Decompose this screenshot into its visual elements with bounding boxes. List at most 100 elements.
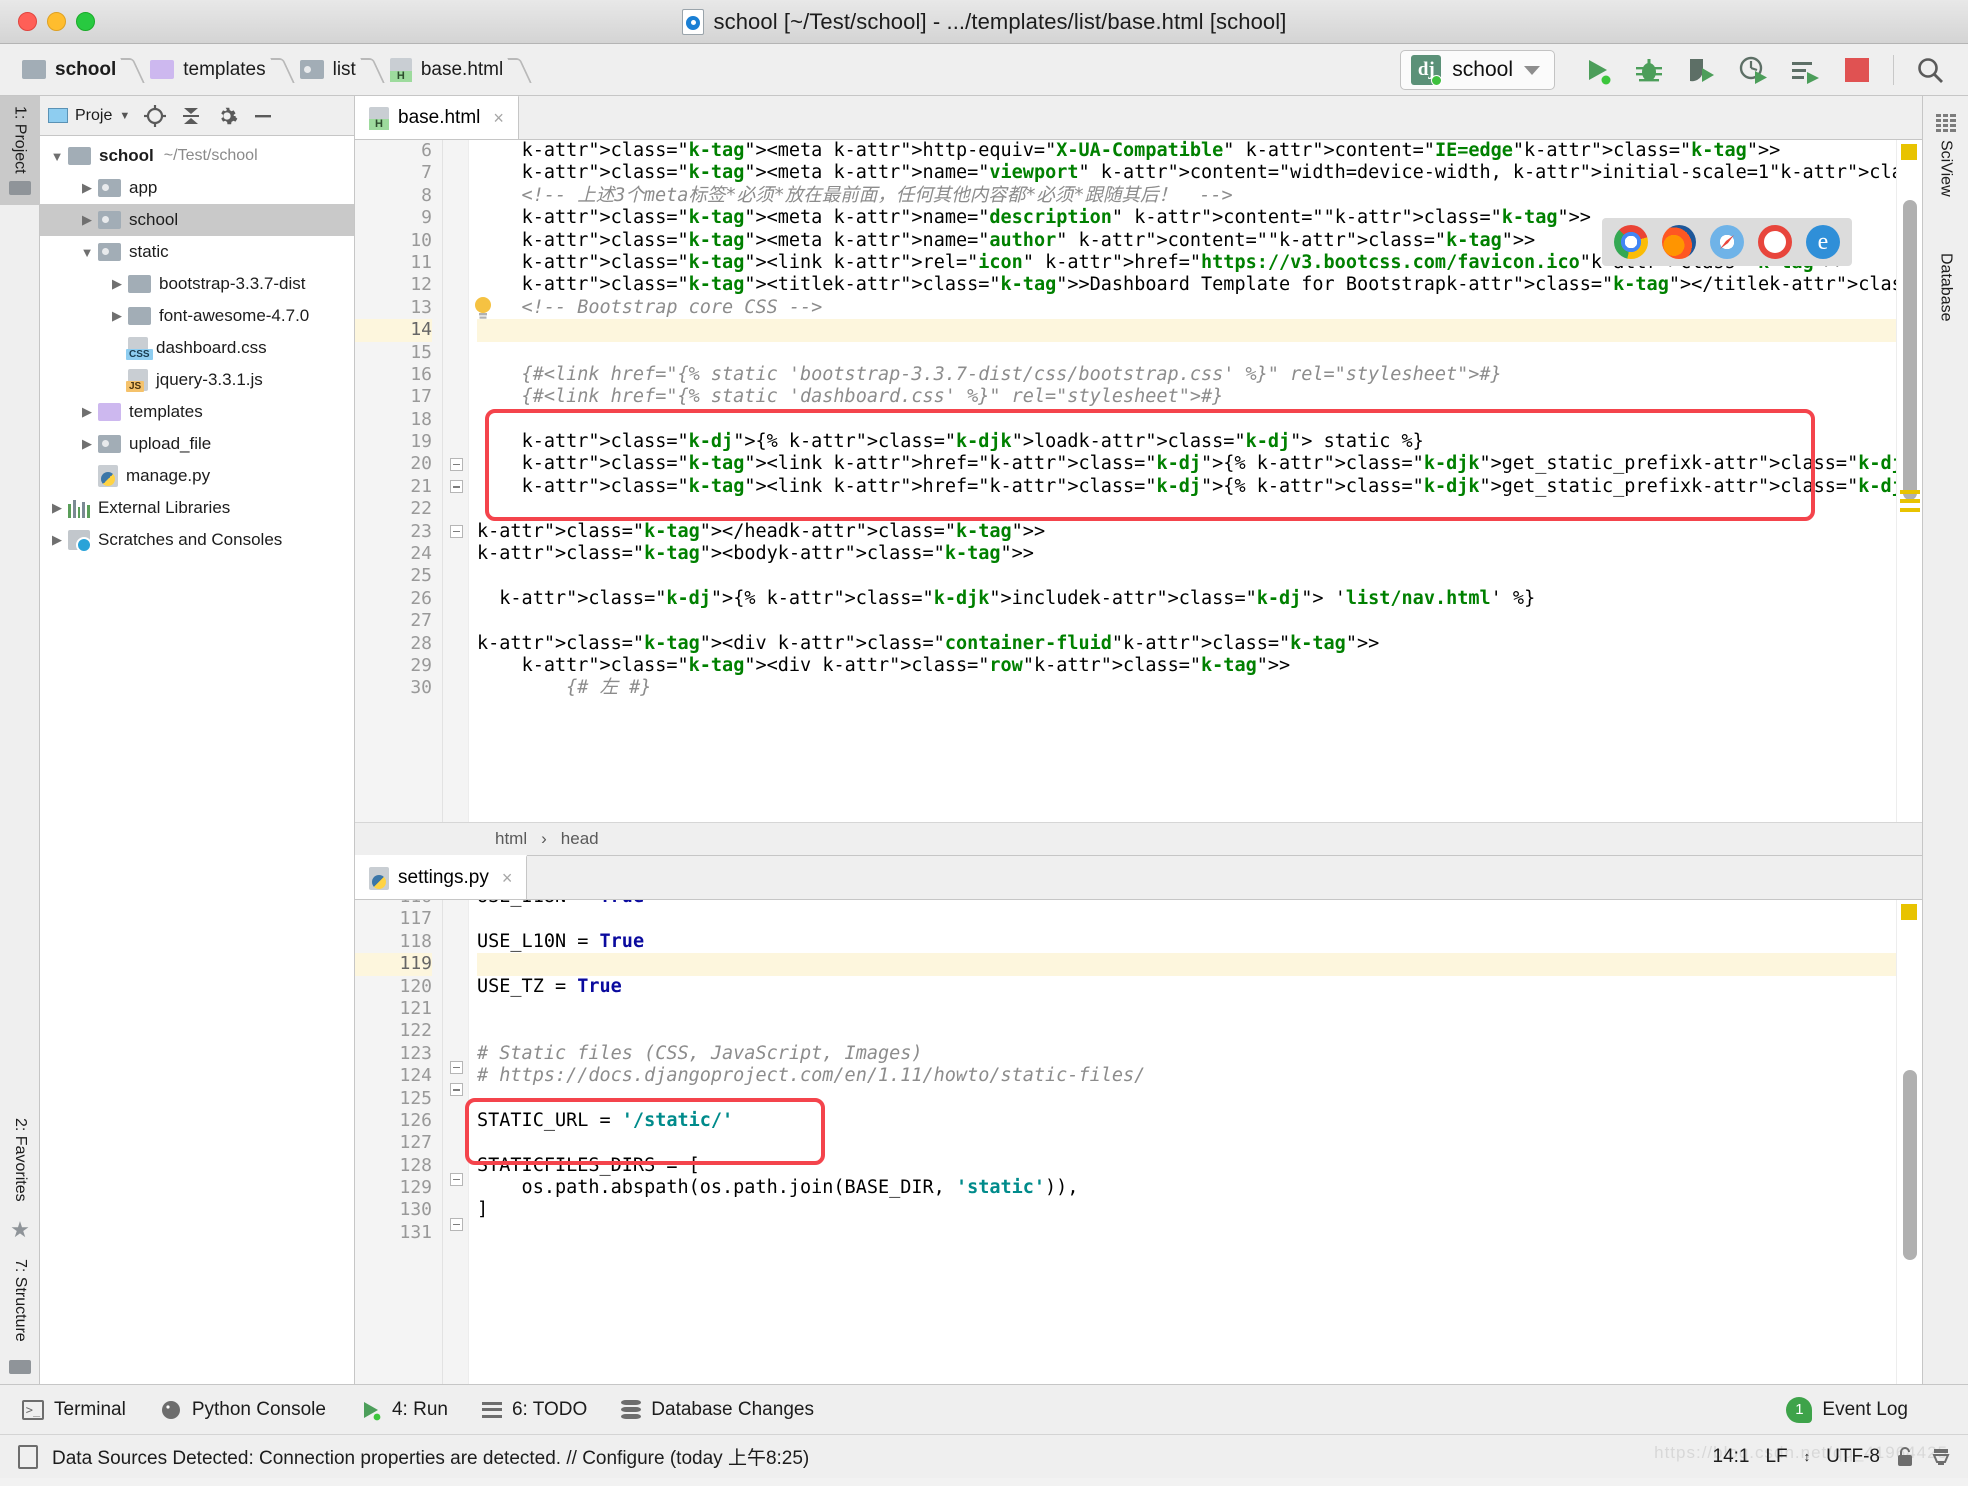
- tree-node-scratches-and-consoles[interactable]: Scratches and Consoles: [40, 524, 354, 556]
- code-line[interactable]: k-attr">class="k-tag"><titlek-attr">clas…: [477, 274, 1896, 296]
- gear-icon[interactable]: [216, 105, 238, 127]
- breadcrumb-html[interactable]: html: [495, 829, 527, 849]
- code-line[interactable]: ]: [477, 1199, 1896, 1221]
- tool-button-terminal[interactable]: >_ Terminal: [22, 1399, 126, 1421]
- fold-marker[interactable]: [450, 1172, 463, 1186]
- breadcrumb-head[interactable]: head: [561, 829, 599, 849]
- tree-node-jquery-3-3-1-js[interactable]: JS jquery-3.3.1.js: [40, 364, 354, 396]
- tree-node-manage-py[interactable]: manage.py: [40, 460, 354, 492]
- safari-icon[interactable]: [1710, 225, 1744, 259]
- fold-marker[interactable]: [450, 457, 463, 471]
- browser-quick-launch[interactable]: e: [1602, 218, 1852, 266]
- tool-button-database-changes[interactable]: Database Changes: [621, 1399, 814, 1421]
- code-line[interactable]: k-attr">class="k-tag"></headk-attr">clas…: [477, 521, 1896, 543]
- chevron-right-icon[interactable]: [76, 212, 98, 228]
- code-line[interactable]: os.path.abspath(os.path.join(BASE_DIR, '…: [477, 1177, 1896, 1199]
- code-line[interactable]: USE_L10N = True: [477, 931, 1896, 953]
- fold-marker[interactable]: [450, 1083, 463, 1097]
- code-line[interactable]: # Static files (CSS, JavaScript, Images): [477, 1043, 1896, 1065]
- code-folding-column-bottom[interactable]: [443, 900, 469, 1384]
- code-line[interactable]: # https://docs.djangoproject.com/en/1.11…: [477, 1065, 1896, 1087]
- firefox-icon[interactable]: [1662, 225, 1696, 259]
- chevron-down-icon[interactable]: [1524, 65, 1540, 75]
- code-line[interactable]: k-attr">class="k-tag"><link k-attr">href…: [477, 476, 1896, 498]
- code-area-top[interactable]: 6 7 8 9 10 11 12 13 14 15 16 17 18 19 20 21 22 23 24 25 26 27…: [355, 140, 1922, 822]
- profile-button[interactable]: [1729, 48, 1777, 92]
- fold-marker[interactable]: [450, 524, 463, 538]
- code-line[interactable]: <!-- 上述3个meta标签*必须*放在最前面，任何其他内容都*必须*跟随其后…: [477, 185, 1896, 207]
- tree-node-templates[interactable]: templates: [40, 396, 354, 428]
- code-line[interactable]: [477, 953, 1896, 976]
- code-line[interactable]: [477, 998, 1896, 1020]
- code-breadcrumb-top[interactable]: html › head: [355, 822, 1922, 856]
- file-encoding[interactable]: UTF-8: [1826, 1446, 1880, 1468]
- tree-node-bootstrap-3-3-7-dist[interactable]: bootstrap-3.3.7-dist: [40, 268, 354, 300]
- sidebar-item-database[interactable]: Database: [1936, 219, 1956, 328]
- chevron-down-icon[interactable]: [76, 245, 98, 260]
- tool-button-python-console[interactable]: Python Console: [160, 1399, 326, 1421]
- search-button[interactable]: [1906, 48, 1954, 92]
- close-icon[interactable]: ×: [493, 108, 504, 129]
- tab-settings-py[interactable]: settings.py ×: [355, 855, 528, 899]
- code-line[interactable]: [477, 1132, 1896, 1154]
- chevron-right-icon[interactable]: [46, 500, 68, 516]
- tree-node-static[interactable]: static: [40, 236, 354, 268]
- breadcrumb-item-list[interactable]: list: [299, 59, 356, 81]
- code-line[interactable]: k-attr">class="k-dj">{% k-attr">class="k…: [477, 431, 1896, 453]
- fold-marker[interactable]: [450, 480, 463, 493]
- code-line[interactable]: k-attr">class="k-tag"><link k-attr">href…: [477, 453, 1896, 475]
- target-icon[interactable]: [144, 104, 167, 127]
- debug-button[interactable]: [1625, 48, 1673, 92]
- code-line[interactable]: [477, 409, 1896, 431]
- caret-position[interactable]: 14:1: [1713, 1446, 1750, 1468]
- tree-node-upload-file[interactable]: upload_file: [40, 428, 354, 460]
- tree-node-font-awesome-4-7-0[interactable]: font-awesome-4.7.0: [40, 300, 354, 332]
- code-line[interactable]: [477, 565, 1896, 587]
- tree-node-school[interactable]: school ~/Test/school: [40, 140, 354, 172]
- fold-marker[interactable]: [450, 1217, 463, 1231]
- scrollbar-thumb-bottom[interactable]: [1903, 1070, 1917, 1260]
- chrome-icon[interactable]: [1614, 225, 1648, 259]
- code-line[interactable]: [477, 319, 1896, 342]
- run-button[interactable]: [1573, 48, 1621, 92]
- run-configuration-selector[interactable]: dj school: [1400, 50, 1555, 90]
- chevron-right-icon[interactable]: [76, 436, 98, 452]
- code-folding-column-top[interactable]: [443, 140, 469, 822]
- tree-node-dashboard-css[interactable]: CSS dashboard.css: [40, 332, 354, 364]
- scrollbar-thumb-top[interactable]: [1903, 200, 1917, 500]
- breadcrumb-item-base-html[interactable]: base.html: [389, 57, 503, 82]
- code-line[interactable]: {#<link href="{% static 'dashboard.css' …: [477, 386, 1896, 408]
- editor-tabstrip-bottom[interactable]: settings.py ×: [355, 855, 1922, 900]
- code-line[interactable]: STATICFILES_DIRS = [: [477, 1155, 1896, 1177]
- chevron-right-icon[interactable]: [46, 532, 68, 548]
- collapse-all-icon[interactable]: [180, 105, 202, 127]
- code-line[interactable]: <!-- Bootstrap core CSS -->: [477, 297, 1896, 319]
- code-line[interactable]: k-attr">class="k-tag"><div k-attr">class…: [477, 655, 1896, 677]
- scroll-marker-warning[interactable]: [1901, 904, 1917, 920]
- tree-node-school[interactable]: school: [40, 204, 354, 236]
- stop-button[interactable]: [1833, 48, 1881, 92]
- code-line[interactable]: [477, 498, 1896, 520]
- code-line[interactable]: [477, 1020, 1896, 1042]
- code-line[interactable]: [477, 610, 1896, 632]
- tree-node-app[interactable]: app: [40, 172, 354, 204]
- code-line[interactable]: k-attr">class="k-dj">{% k-attr">class="k…: [477, 588, 1896, 610]
- close-icon[interactable]: ×: [502, 868, 513, 889]
- sidebar-item-structure[interactable]: 7: Structure: [11, 1249, 29, 1352]
- status-message[interactable]: Data Sources Detected: Connection proper…: [52, 1443, 809, 1470]
- code-line[interactable]: [477, 908, 1896, 930]
- editor-scrollbar-top[interactable]: [1896, 140, 1922, 822]
- code-line[interactable]: k-attr">class="k-tag"><meta k-attr">name…: [477, 162, 1896, 184]
- code-area-bottom[interactable]: 1161171181191201211221231241251261271281…: [355, 900, 1922, 1384]
- intention-bulb-icon[interactable]: [473, 296, 493, 322]
- chevron-right-icon[interactable]: [106, 308, 128, 324]
- tool-button-run[interactable]: 4: Run: [360, 1399, 448, 1421]
- opera-icon[interactable]: [1758, 225, 1792, 259]
- run-coverage-button[interactable]: [1677, 48, 1725, 92]
- chevron-right-icon[interactable]: [106, 276, 128, 292]
- chevron-right-icon[interactable]: [76, 180, 98, 196]
- edge-icon[interactable]: e: [1806, 225, 1840, 259]
- code-line[interactable]: {# 左 #}: [477, 677, 1896, 699]
- breadcrumb[interactable]: school templates list base.html: [22, 55, 537, 85]
- code-line[interactable]: USE_I18N = True: [477, 900, 1896, 908]
